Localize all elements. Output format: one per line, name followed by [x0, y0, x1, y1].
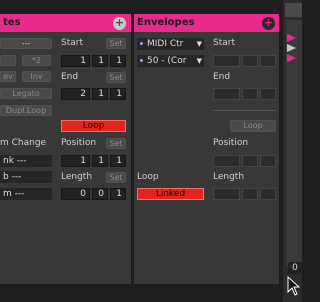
- notes-loop-button[interactable]: Loop: [61, 120, 126, 132]
- chevron-down-icon: ▼: [196, 57, 202, 65]
- envelope-end-sixteenth[interactable]: [260, 88, 276, 100]
- envelope-start-beat[interactable]: [242, 55, 258, 67]
- notes-length-set-button[interactable]: Set: [106, 172, 126, 183]
- notes-length-beat[interactable]: 0: [92, 188, 108, 200]
- notes-panel-header: tes: [0, 14, 131, 32]
- bullet-icon: [140, 59, 143, 62]
- notes-length-sixteenth[interactable]: 1: [110, 188, 126, 200]
- notes-panel-title: tes: [3, 17, 21, 28]
- notes-rev-button[interactable]: ev: [0, 71, 16, 82]
- notes-panel-add-icon[interactable]: +: [113, 17, 126, 30]
- envelope-length-bar[interactable]: [213, 188, 240, 200]
- envelope-length-label: Length: [213, 172, 245, 182]
- envelope-loop-button[interactable]: Loop: [230, 120, 276, 132]
- notes-position-bar[interactable]: 1: [61, 155, 90, 167]
- notes-position-sixteenth[interactable]: 1: [110, 155, 126, 167]
- notes-legato-button[interactable]: Legato: [0, 88, 52, 99]
- notes-halve-button[interactable]: [0, 55, 16, 66]
- side-strip-value[interactable]: 0: [288, 262, 302, 274]
- side-strip-value-text: 0: [292, 263, 298, 273]
- notes-double-button[interactable]: *2: [22, 55, 51, 66]
- envelope-device-label: MIDI Ctr: [147, 39, 184, 49]
- envelope-loop-label: Loop: [137, 172, 159, 182]
- chevron-down-icon: ▼: [196, 40, 202, 48]
- notes-start-set-button[interactable]: Set: [106, 38, 126, 49]
- fold-arrows-icon[interactable]: [286, 32, 302, 64]
- notes-end-set-button[interactable]: Set: [106, 72, 126, 83]
- envelope-end-beat[interactable]: [242, 88, 258, 100]
- notes-start-sixteenth[interactable]: 1: [110, 55, 126, 67]
- envelope-end-label: End: [213, 72, 231, 82]
- notes-end-bar[interactable]: 2: [61, 88, 90, 100]
- cursor-arrow-icon: [287, 276, 300, 296]
- notes-end-label: End: [61, 72, 79, 82]
- envelope-position-beat[interactable]: [242, 155, 258, 167]
- notes-dupl-loop-button[interactable]: Dupl.Loop: [0, 105, 52, 116]
- notes-position-label: Position: [61, 138, 97, 148]
- envelope-start-bar[interactable]: [213, 55, 240, 67]
- envelope-start-label: Start: [213, 38, 235, 48]
- envelope-position-label: Position: [213, 138, 249, 148]
- notes-length-bar[interactable]: 0: [61, 188, 90, 200]
- notes-start-bar[interactable]: 1: [61, 55, 90, 67]
- envelope-device-chooser[interactable]: MIDI Ctr ▼: [137, 38, 204, 50]
- bullet-icon: [140, 42, 143, 45]
- envelopes-panel-title: Envelopes: [137, 17, 195, 28]
- sub-bank-field[interactable]: b ---: [0, 171, 52, 183]
- side-strip-top: [285, 3, 302, 17]
- notes-position-set-button[interactable]: Set: [106, 138, 126, 149]
- envelope-position-bar[interactable]: [213, 155, 240, 167]
- envelope-position-sixteenth[interactable]: [260, 155, 276, 167]
- program-change-label: m Change: [0, 138, 47, 148]
- program-field[interactable]: m ---: [0, 188, 52, 200]
- notes-end-beat[interactable]: 1: [92, 88, 108, 100]
- bank-field[interactable]: nk ---: [0, 155, 52, 167]
- notes-inv-button[interactable]: Inv: [22, 71, 51, 82]
- notes-position-beat[interactable]: 1: [92, 155, 108, 167]
- envelope-linked-button[interactable]: Linked: [137, 188, 204, 200]
- envelope-control-chooser[interactable]: 50 - (Cor ▼: [137, 55, 204, 67]
- notes-start-beat[interactable]: 1: [92, 55, 108, 67]
- envelopes-panel-add-icon[interactable]: +: [262, 17, 275, 30]
- notes-preset-button[interactable]: ---: [0, 38, 52, 49]
- envelope-divider: [213, 110, 276, 111]
- notes-start-label: Start: [61, 38, 83, 48]
- envelope-control-label: 50 - (Cor: [147, 56, 187, 66]
- notes-end-sixteenth[interactable]: 1: [110, 88, 126, 100]
- envelope-end-bar[interactable]: [213, 88, 240, 100]
- notes-length-label: Length: [61, 172, 93, 182]
- envelopes-panel-header: Envelopes: [134, 14, 279, 32]
- envelope-length-beat[interactable]: [242, 188, 258, 200]
- envelope-start-sixteenth[interactable]: [260, 55, 276, 67]
- envelope-length-sixteenth[interactable]: [260, 188, 276, 200]
